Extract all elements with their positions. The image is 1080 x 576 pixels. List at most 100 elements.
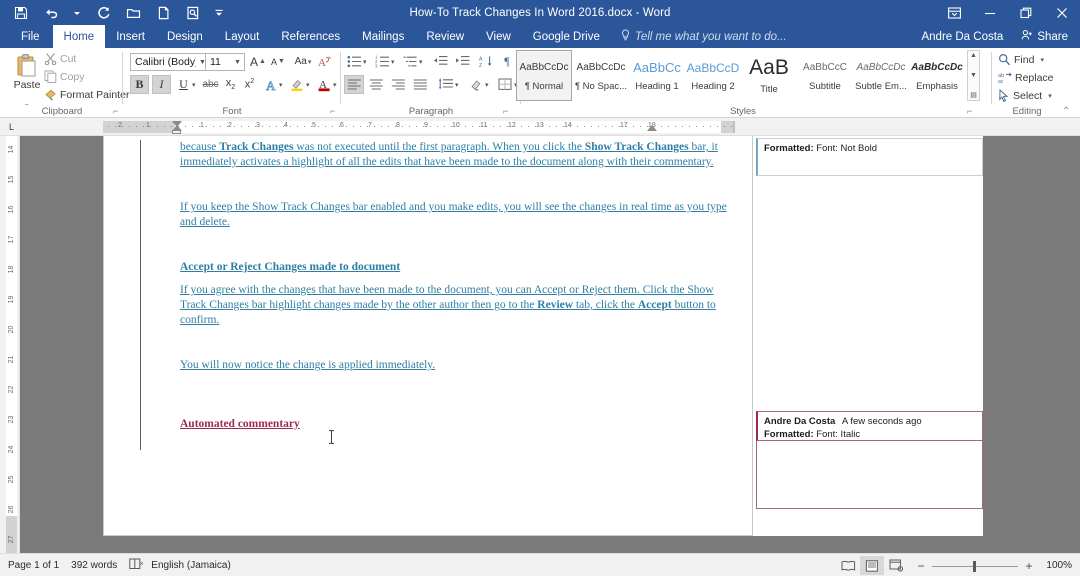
styles-dialog-launcher[interactable]: ⌐ (967, 106, 972, 116)
bullets-button[interactable] (344, 52, 364, 71)
open-icon[interactable] (118, 1, 148, 25)
paragraph-2[interactable]: If you keep the Show Track Changes bar e… (180, 200, 740, 230)
paragraph-5[interactable]: You will now notice the change is applie… (180, 358, 740, 373)
copy-button[interactable]: Copy (44, 70, 85, 83)
tab-home[interactable]: Home (52, 25, 106, 48)
view-read-mode-button[interactable] (836, 556, 860, 575)
font-color-dropdown-icon[interactable]: ▾ (333, 81, 337, 89)
style-subtitle[interactable]: AaBbCcC Subtitle (797, 50, 853, 101)
style-normal[interactable]: AaBbCcDc ¶ Normal (516, 50, 572, 101)
replace-button[interactable]: ab ac Replace (998, 71, 1054, 85)
revision-balloon-formatted-italic[interactable]: Andre Da Costa A few seconds ago Formatt… (756, 411, 983, 441)
decrease-indent-button[interactable] (430, 52, 450, 71)
close-icon[interactable] (1044, 0, 1080, 25)
increase-indent-button[interactable] (452, 52, 472, 71)
change-case-button[interactable]: Aa ▾ (290, 52, 316, 71)
new-icon[interactable] (148, 1, 178, 25)
document-page[interactable]: because Track Changes was not executed u… (103, 136, 983, 536)
find-dropdown-icon[interactable]: ▾ (1040, 56, 1044, 64)
tab-design[interactable]: Design (156, 25, 214, 48)
show-formatting-marks-button[interactable]: ¶ (498, 52, 516, 71)
italic-button[interactable]: I (152, 75, 171, 94)
multilevel-dropdown-icon[interactable]: ▾ (419, 58, 423, 66)
tab-mailings[interactable]: Mailings (351, 25, 415, 48)
share-button[interactable]: Share (1013, 25, 1080, 48)
subscript-button[interactable]: x2 (221, 75, 240, 94)
format-painter-button[interactable]: Format Painter (44, 88, 129, 101)
tab-google-drive[interactable]: Google Drive (522, 25, 611, 48)
undo-dropdown-icon[interactable] (66, 1, 88, 25)
document-text[interactable]: because Track Changes was not executed u… (180, 140, 740, 432)
align-right-button[interactable] (388, 75, 408, 94)
save-icon[interactable] (6, 1, 36, 25)
paragraph-1[interactable]: because Track Changes was not executed u… (180, 140, 740, 170)
align-center-button[interactable] (366, 75, 386, 94)
view-web-layout-button[interactable] (884, 556, 908, 575)
paragraph-4[interactable]: If you agree with the changes that have … (180, 283, 740, 328)
minimize-icon[interactable] (972, 0, 1008, 25)
highlight-button[interactable] (288, 75, 307, 94)
superscript-button[interactable]: x2 (240, 75, 259, 94)
font-dialog-launcher[interactable]: ⌐ (330, 106, 335, 116)
style-subtle-emphasis[interactable]: AaBbCcDc Subtle Em... (853, 50, 909, 101)
proofing-status-icon[interactable]: ✕ (129, 558, 151, 573)
zoom-level[interactable]: 100% (1040, 560, 1072, 571)
style-no-spacing[interactable]: AaBbCcDc ¶ No Spac... (573, 50, 629, 101)
paragraph-heading[interactable]: Accept or Reject Changes made to documen… (180, 260, 740, 275)
bullets-dropdown-icon[interactable]: ▾ (363, 58, 367, 66)
tab-file[interactable]: File (8, 25, 53, 48)
left-indent-marker[interactable] (172, 130, 181, 134)
multilevel-list-button[interactable] (400, 52, 420, 71)
find-button[interactable]: Find ▾ (998, 53, 1044, 66)
collapse-ribbon-button[interactable]: ⌃ (1062, 106, 1070, 117)
line-spacing-button[interactable] (436, 75, 456, 94)
tab-stop-selector[interactable]: L (5, 121, 18, 133)
customize-qat-icon[interactable] (208, 1, 230, 25)
tab-layout[interactable]: Layout (214, 25, 271, 48)
markup-pane[interactable]: Formatted: Font: Not Bold Andre Da Costa… (753, 136, 983, 536)
clear-formatting-button[interactable]: A (316, 52, 334, 71)
bold-button[interactable]: B (130, 75, 149, 94)
shrink-font-button[interactable]: A ▼ (268, 52, 288, 71)
right-indent-marker[interactable] (647, 125, 657, 131)
styles-gallery-scroll[interactable]: ▲ ▼ ▤ (967, 50, 980, 101)
numbering-dropdown-icon[interactable]: ▾ (391, 58, 395, 66)
select-dropdown-icon[interactable]: ▾ (1048, 92, 1052, 100)
scroll-up-icon[interactable]: ▲ (970, 52, 977, 59)
paragraph-dialog-launcher[interactable]: ⌐ (503, 106, 508, 116)
numbering-button[interactable]: 123 (372, 52, 392, 71)
style-emphasis[interactable]: AaBbCcDc Emphasis (909, 50, 965, 101)
styles-more-icon[interactable]: ▤ (970, 91, 977, 99)
grow-font-button[interactable]: A ▲ (248, 52, 268, 71)
line-spacing-dropdown-icon[interactable]: ▾ (455, 81, 459, 89)
redo-icon[interactable] (88, 1, 118, 25)
highlight-dropdown-icon[interactable]: ▾ (306, 81, 310, 89)
font-color-button[interactable]: A (315, 75, 334, 94)
zoom-slider[interactable] (932, 560, 1018, 572)
sort-button[interactable]: AZ (476, 52, 496, 71)
cut-button[interactable]: Cut (44, 52, 76, 65)
clipboard-dialog-launcher[interactable]: ⌐ (113, 106, 118, 116)
zoom-slider-thumb[interactable] (973, 560, 976, 572)
shading-button[interactable] (466, 75, 486, 94)
tab-insert[interactable]: Insert (105, 25, 156, 48)
paragraph-automated-commentary[interactable]: Automated commentary (180, 417, 740, 432)
style-title[interactable]: AaB Title (741, 50, 797, 101)
word-count[interactable]: 392 words (71, 560, 129, 571)
scroll-down-icon[interactable]: ▼ (970, 72, 977, 79)
tab-references[interactable]: References (270, 25, 351, 48)
horizontal-ruler[interactable]: L 2 1 1 2 3 4 5 6 7 8 9 10 11 12 13 14 17 18 (0, 118, 1080, 136)
font-name-combo[interactable]: Calibri (Body) ▼ (130, 53, 210, 71)
print-preview-icon[interactable] (178, 1, 208, 25)
language-indicator[interactable]: English (Jamaica) (151, 560, 242, 571)
justify-button[interactable] (410, 75, 430, 94)
page-count[interactable]: Page 1 of 1 (8, 560, 71, 571)
underline-button[interactable]: U (174, 75, 193, 94)
underline-dropdown-icon[interactable]: ▾ (192, 81, 196, 89)
view-print-layout-button[interactable] (860, 556, 884, 575)
revision-balloon-formatted-not-bold[interactable]: Formatted: Font: Not Bold (756, 138, 983, 176)
tell-me-search[interactable]: Tell me what you want to do... (611, 25, 797, 48)
paste-button[interactable]: Paste ▾ (6, 52, 48, 110)
borders-button[interactable] (495, 75, 515, 94)
tab-view[interactable]: View (475, 25, 522, 48)
